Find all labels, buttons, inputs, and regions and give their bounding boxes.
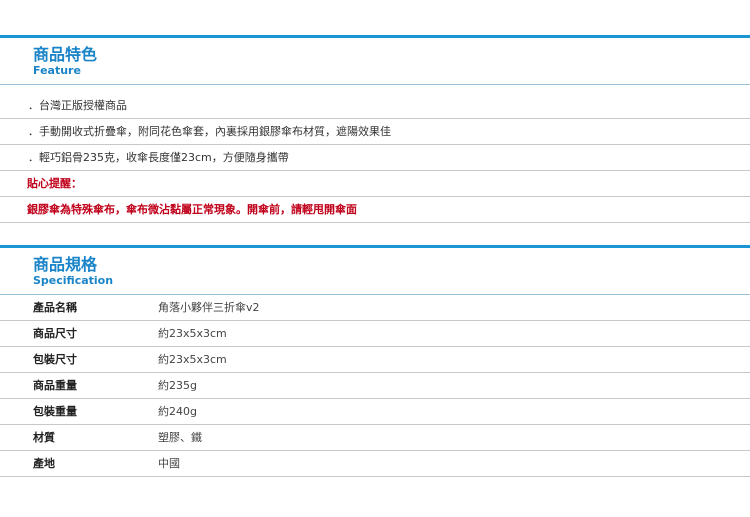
feature-section: 商品特色 Feature ．台灣正版授權商品 ．手動開收式折疊傘，附同花色傘套，… [0, 35, 750, 223]
tip-label: 貼心提醒： [0, 171, 750, 197]
tip-text: 銀膠傘為特殊傘布，傘布微沾黏屬正常現象。開傘前，請輕甩開傘面 [0, 197, 750, 223]
spec-value: 約23x5x3cm [158, 346, 750, 373]
feature-header: 商品特色 Feature [0, 35, 750, 85]
spec-subtitle: Specification [33, 274, 114, 287]
spec-row: 包裝重量 約240g [0, 398, 750, 425]
spec-key: 商品重量 [0, 372, 158, 399]
feature-item: ．手動開收式折疊傘，附同花色傘套，內裏採用銀膠傘布材質，遮陽效果佳 [0, 119, 750, 145]
spec-value: 中國 [158, 450, 750, 477]
spec-value: 角落小夥伴三折傘v2 [158, 295, 750, 321]
spec-key: 包裝尺寸 [0, 346, 158, 373]
feature-title: 商品特色 [33, 45, 98, 64]
spec-header: 商品規格 Specification [0, 245, 750, 295]
spec-key: 產品名稱 [0, 295, 158, 321]
spec-key: 材質 [0, 424, 158, 451]
feature-subtitle: Feature [33, 64, 81, 77]
spec-value: 塑膠、鐵 [158, 424, 750, 451]
spec-row: 產地 中國 [0, 450, 750, 477]
spec-section: 商品規格 Specification 產品名稱 角落小夥伴三折傘v2 商品尺寸 … [0, 245, 750, 477]
spec-row: 商品尺寸 約23x5x3cm [0, 320, 750, 347]
feature-list: ．台灣正版授權商品 ．手動開收式折疊傘，附同花色傘套，內裏採用銀膠傘布材質，遮陽… [0, 93, 750, 223]
spec-key: 產地 [0, 450, 158, 477]
spec-value: 約235g [158, 372, 750, 399]
spec-row: 包裝尺寸 約23x5x3cm [0, 346, 750, 373]
spec-title: 商品規格 [33, 255, 98, 274]
spec-key: 商品尺寸 [0, 320, 158, 347]
spec-value: 約23x5x3cm [158, 320, 750, 347]
spec-key: 包裝重量 [0, 398, 158, 425]
spec-row: 材質 塑膠、鐵 [0, 424, 750, 451]
spec-row: 產品名稱 角落小夥伴三折傘v2 [0, 295, 750, 321]
feature-item: ．台灣正版授權商品 [0, 93, 750, 119]
spec-table: 產品名稱 角落小夥伴三折傘v2 商品尺寸 約23x5x3cm 包裝尺寸 約23x… [0, 295, 750, 477]
spec-row: 商品重量 約235g [0, 372, 750, 399]
spec-value: 約240g [158, 398, 750, 425]
feature-item: ．輕巧鋁骨235克，收傘長度僅23cm，方便隨身攜帶 [0, 145, 750, 171]
